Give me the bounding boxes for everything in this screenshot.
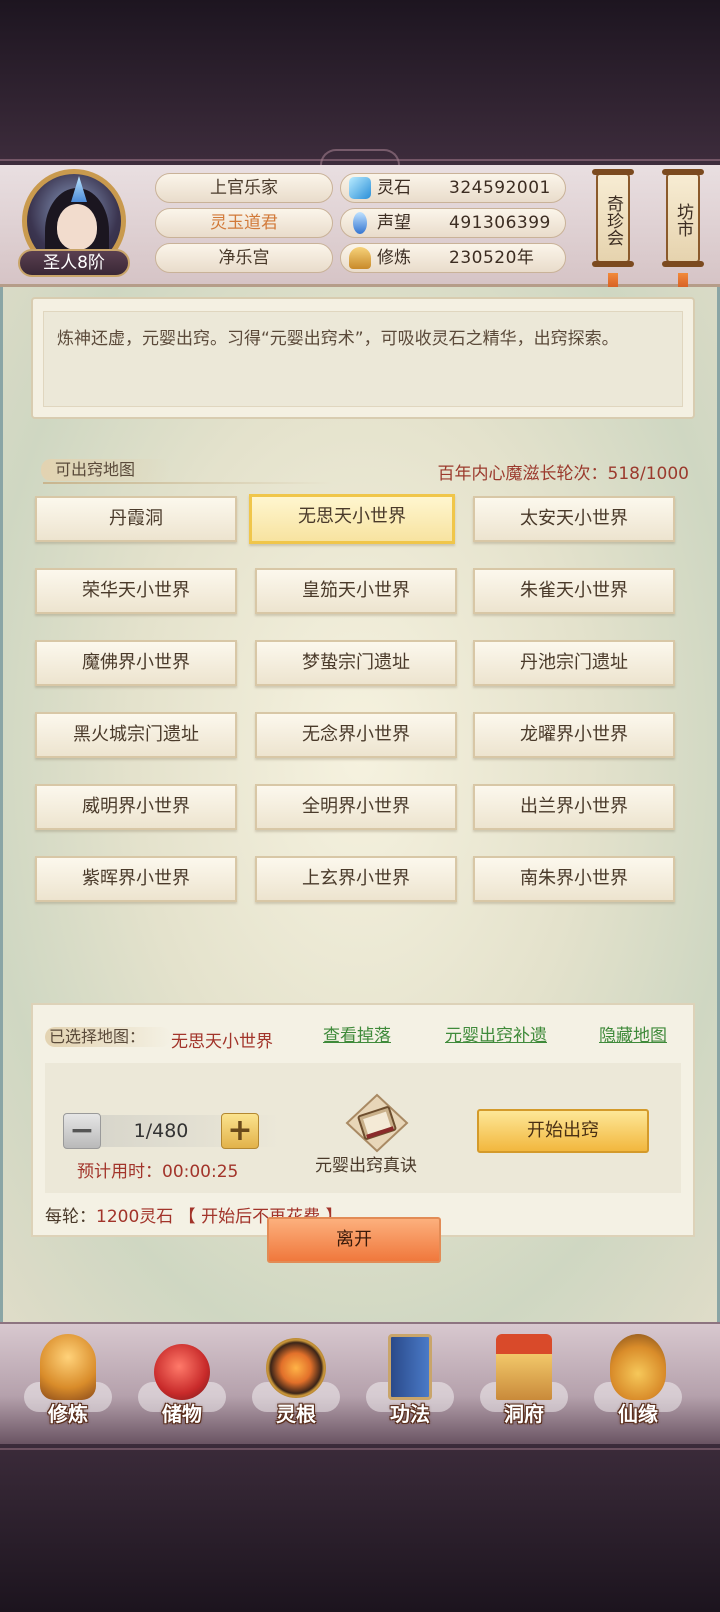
- bottom-ornament-line: [0, 1448, 720, 1460]
- stat-reputation: 声望 491306399: [340, 208, 566, 238]
- selected-map-name: 无思天小世界: [171, 1032, 273, 1052]
- map-button[interactable]: 无念界小世界: [255, 712, 457, 758]
- map-button[interactable]: 太安天小世界: [473, 496, 675, 542]
- nav-item-cave[interactable]: 洞府: [480, 1334, 568, 1438]
- nav-item-fate[interactable]: 仙缘: [594, 1334, 682, 1438]
- reputation-icon: [353, 212, 367, 234]
- start-button[interactable]: 开始出窍: [477, 1109, 649, 1153]
- map-button[interactable]: 出兰界小世界: [473, 784, 675, 830]
- player-title: 灵玉道君: [155, 208, 333, 238]
- main-panel: 炼神还虚，元婴出窍。习得“元婴出窍术”，可吸收灵石之精华，出窍探索。 可出窍地图…: [0, 287, 720, 1322]
- demon-counter: 百年内心魔滋长轮次：518/1000: [437, 464, 689, 484]
- avatar-face: [57, 204, 97, 250]
- map-button[interactable]: 威明界小世界: [35, 784, 237, 830]
- player-family: 上官乐家: [155, 173, 333, 203]
- supplement-link[interactable]: 元婴出窍补遗: [445, 1021, 547, 1046]
- rank-badge: 圣人8阶: [18, 249, 130, 277]
- stat-cultivation: 修炼 230520年: [340, 243, 566, 273]
- description-box: 炼神还虚，元婴出窍。习得“元婴出窍术”，可吸收灵石之精华，出窍探索。: [31, 297, 695, 419]
- treasure-shop-button[interactable]: 奇珍会: [592, 169, 634, 267]
- book-item-icon[interactable]: [345, 1093, 409, 1153]
- estimated-time: 预计用时：00:00:25: [77, 1162, 239, 1182]
- selected-map-label: 已选择地图：: [45, 1027, 171, 1047]
- map-button[interactable]: 龙曜界小世界: [473, 712, 675, 758]
- description-text: 炼神还虚，元婴出窍。习得“元婴出窍术”，可吸收灵石之精华，出窍探索。: [57, 329, 619, 349]
- nav-item-spirit-root[interactable]: 灵根: [252, 1334, 340, 1438]
- stat-spirit-stone: 灵石 324592001: [340, 173, 566, 203]
- cave-dwelling-icon: [496, 1334, 552, 1400]
- leave-button[interactable]: 离开: [267, 1217, 441, 1263]
- technique-book-icon: [388, 1334, 432, 1400]
- map-button[interactable]: 南朱界小世界: [473, 856, 675, 902]
- nav-item-storage[interactable]: 储物: [138, 1334, 226, 1438]
- cultivation-icon: [40, 1334, 96, 1400]
- map-section-title: 可出窍地图: [41, 459, 171, 481]
- map-button[interactable]: 梦蛰宗门遗址: [255, 640, 457, 686]
- spirit-stone-icon: [349, 177, 371, 199]
- map-button[interactable]: 皇笳天小世界: [255, 568, 457, 614]
- map-button[interactable]: 全明界小世界: [255, 784, 457, 830]
- nav-item-cultivation[interactable]: 修炼: [24, 1334, 112, 1438]
- bottom-decor-band: [0, 1444, 720, 1612]
- control-area: 1/480 − + 预计用时：00:00:25 元婴出窍真诀 开始出窍: [45, 1063, 681, 1193]
- player-sect: 净乐宫: [155, 243, 333, 273]
- decrease-button[interactable]: −: [63, 1113, 101, 1149]
- increase-button[interactable]: +: [221, 1113, 259, 1149]
- player-header: 圣人8阶 上官乐家 灵玉道君 净乐宫 灵石 324592001 声望 49130…: [0, 165, 720, 295]
- top-ornament-arch: [320, 149, 400, 165]
- map-button[interactable]: 丹池宗门遗址: [473, 640, 675, 686]
- bottom-nav: 修炼 储物 灵根 功法 洞府 仙缘: [0, 1322, 720, 1444]
- map-button[interactable]: 紫晖界小世界: [35, 856, 237, 902]
- top-decor-band: [0, 0, 720, 165]
- meditation-icon: [349, 247, 371, 269]
- nav-item-technique[interactable]: 功法: [366, 1334, 454, 1438]
- spirit-root-icon: [266, 1338, 326, 1398]
- view-drops-link[interactable]: 查看掉落: [323, 1021, 391, 1046]
- map-button[interactable]: 丹霞洞: [35, 496, 237, 542]
- storage-bag-icon: [154, 1344, 210, 1400]
- market-button[interactable]: 坊市: [662, 169, 704, 267]
- map-button[interactable]: 荣华天小世界: [35, 568, 237, 614]
- book-item-name: 元婴出窍真诀: [315, 1156, 417, 1176]
- cost-prefix: 每轮：: [45, 1207, 96, 1227]
- selection-panel: 已选择地图： 无思天小世界 查看掉落 元婴出窍补遗 隐藏地图 1/480 − +…: [31, 1003, 695, 1237]
- hidden-maps-link[interactable]: 隐藏地图: [599, 1021, 667, 1046]
- section-divider: [43, 482, 333, 484]
- gourd-icon: [610, 1334, 666, 1400]
- map-button[interactable]: 黑火城宗门遗址: [35, 712, 237, 758]
- map-button[interactable]: 上玄界小世界: [255, 856, 457, 902]
- map-button[interactable]: 朱雀天小世界: [473, 568, 675, 614]
- map-button[interactable]: 魔佛界小世界: [35, 640, 237, 686]
- map-button-selected[interactable]: 无思天小世界: [249, 494, 455, 544]
